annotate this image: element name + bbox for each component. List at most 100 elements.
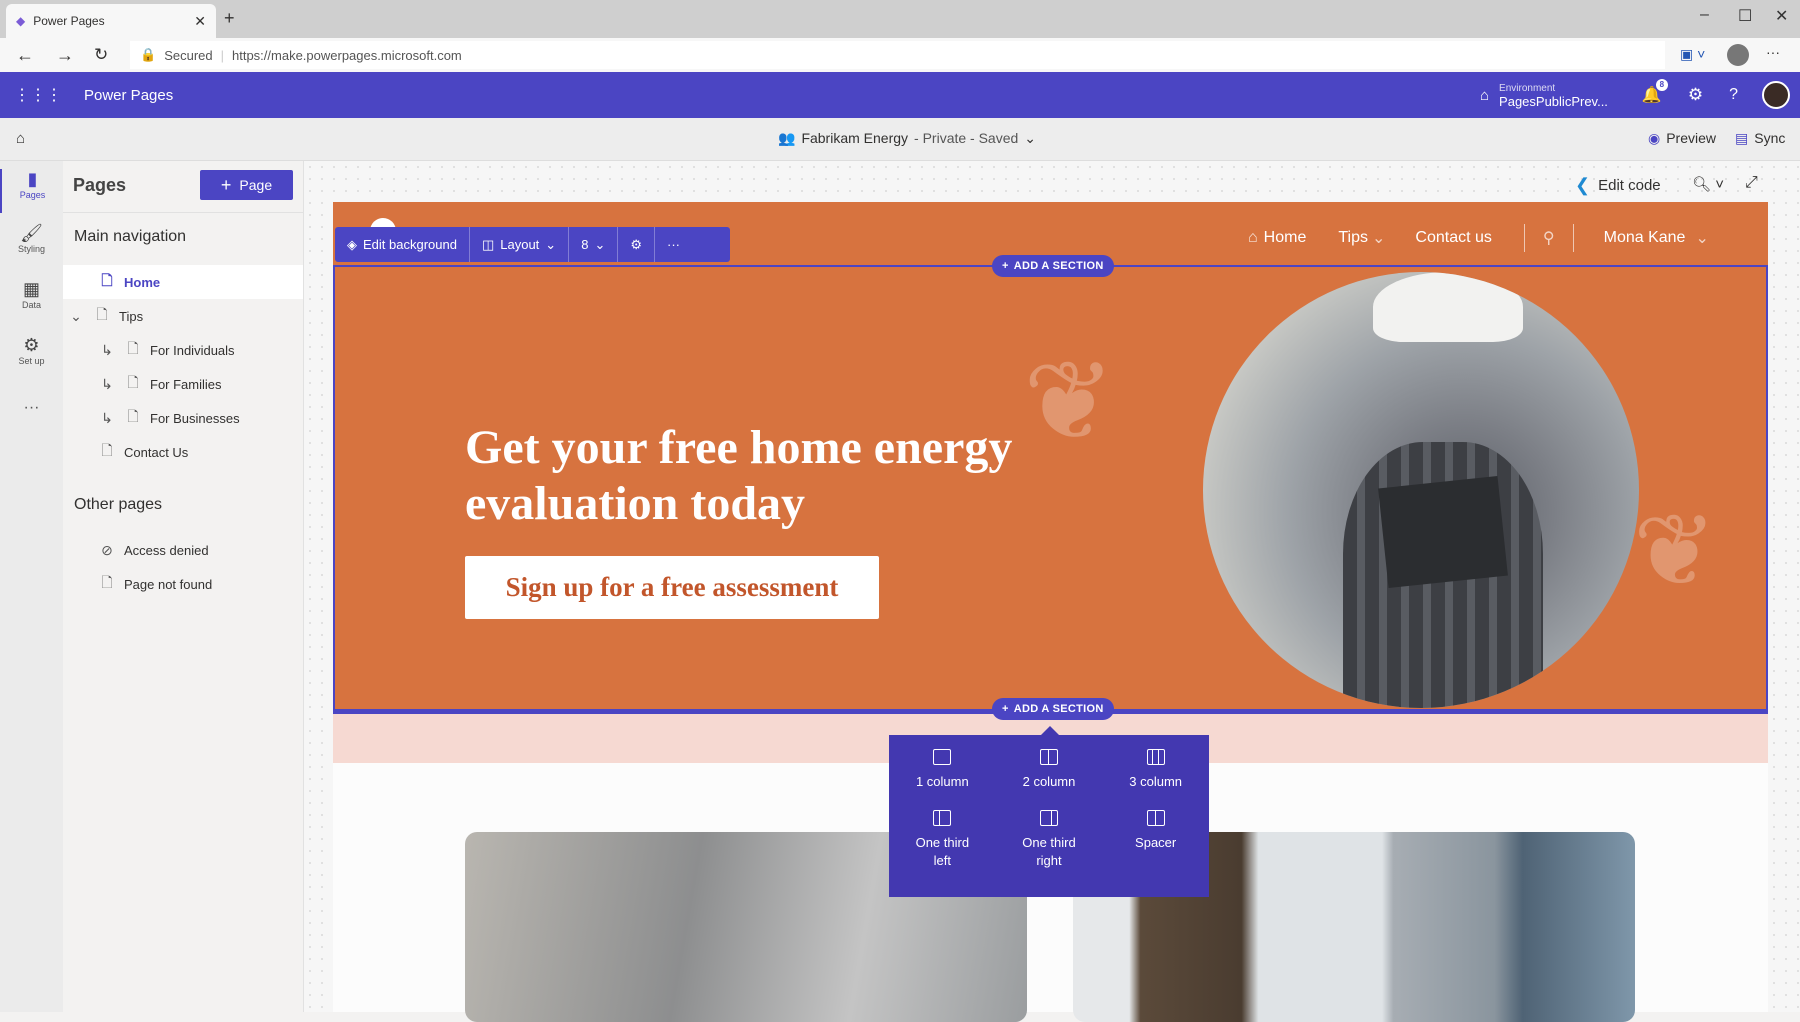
vscode-icon: ❮ — [1575, 175, 1591, 195]
rail-data[interactable]: ▦ Data — [0, 279, 63, 310]
url-text: https://make.powerpages.microsoft.com — [232, 47, 462, 63]
rail-label: Set up — [18, 356, 45, 366]
search-icon[interactable]: ⚲ — [1543, 228, 1555, 248]
one-third-right-icon — [1039, 810, 1058, 826]
sync-button[interactable]: ▤ Sync — [1735, 130, 1785, 147]
site-nav-contact[interactable]: Contact us — [1415, 229, 1491, 247]
close-window-button[interactable]: ✕ — [1775, 6, 1788, 26]
option-3-column[interactable]: 3 column — [1102, 749, 1209, 810]
browser-tab[interactable]: ◆ Power Pages ✕ — [6, 4, 216, 38]
plus-icon: + — [1002, 260, 1009, 272]
edit-code-button[interactable]: ❮ Edit code — [1575, 175, 1661, 196]
edit-background-label: Edit background — [363, 237, 457, 252]
nav-label: For Businesses — [150, 410, 240, 426]
home-icon[interactable]: ⌂ — [16, 130, 25, 147]
option-spacer[interactable]: Spacer — [1102, 810, 1209, 889]
nav-item-page-not-found[interactable]: 🗋 Page not found — [63, 567, 303, 601]
forward-icon[interactable]: → — [56, 45, 74, 66]
environment-icon: ⌂ — [1479, 86, 1490, 104]
site-nav-user[interactable]: Mona Kane — [1604, 229, 1686, 247]
site-nav-home[interactable]: Home — [1264, 229, 1307, 247]
nav-item-contact-us[interactable]: 🗋 Contact Us — [63, 435, 303, 469]
tab-title: Power Pages — [33, 14, 105, 28]
preview-icon: ◉ — [1648, 130, 1661, 146]
chevron-down-icon: ⌄ — [545, 236, 557, 252]
paint-bucket-icon: ◈ — [347, 236, 357, 252]
browser-menu-icon[interactable]: ··· — [1766, 44, 1780, 60]
site-info-dropdown[interactable]: 👥 Fabrikam Energy - Private - Saved ⌄ — [778, 130, 1036, 147]
env-name: PagesPublicPrev... — [1499, 94, 1608, 109]
environment-picker[interactable]: ⌂ Environment PagesPublicPrev... — [1480, 82, 1608, 108]
chevron-down-icon[interactable]: ⌄ — [67, 308, 85, 325]
layout-dropdown[interactable]: ◫ Layout ⌄ — [470, 227, 570, 262]
rail-setup[interactable]: ⚙ Set up — [0, 335, 63, 366]
nav-item-tips[interactable]: ⌄ 🗋 Tips — [63, 299, 303, 333]
close-tab-icon[interactable]: ✕ — [194, 13, 206, 30]
notifications-icon[interactable]: 🔔 8 — [1642, 79, 1668, 105]
alignment-dropdown[interactable]: 8 ⌄ — [569, 227, 619, 262]
new-tab-button[interactable]: + — [224, 8, 235, 29]
nav-label: Tips — [119, 308, 144, 324]
nav-item-for-businesses[interactable]: ↳ 🗋 For Businesses — [63, 401, 303, 435]
nav-item-access-denied[interactable]: ⊘ Access denied — [63, 533, 303, 567]
refresh-icon[interactable]: ↻ — [94, 45, 108, 65]
settings-icon[interactable]: ⚙ — [1688, 85, 1703, 105]
site-people-icon: 👥 — [778, 130, 796, 146]
layout-label: Layout — [500, 237, 540, 252]
site-nav-tips[interactable]: Tips — [1338, 229, 1368, 247]
home-page-icon: 🗋 — [101, 272, 113, 288]
minimize-button[interactable]: – — [1700, 6, 1709, 24]
back-icon[interactable]: ← — [16, 45, 34, 66]
url-input[interactable]: 🔒 Secured | https://make.powerpages.micr… — [130, 41, 1665, 69]
add-section-button[interactable]: + ADD A SECTION — [992, 698, 1114, 720]
chevron-down-icon: ⌄ — [594, 236, 606, 252]
profile-icon[interactable] — [1727, 44, 1749, 66]
app-launcher-icon[interactable]: ⋮⋮⋮ — [14, 85, 62, 105]
nav-item-home[interactable]: 🗋 Home — [63, 265, 303, 299]
rail-pages[interactable]: ▮ Pages — [0, 169, 63, 213]
extension-icon[interactable]: ▣ ˅ — [1680, 46, 1705, 63]
preview-button[interactable]: ◉ Preview — [1648, 130, 1716, 147]
option-one-third-right[interactable]: One third right — [1014, 810, 1084, 889]
other-pages-heading: Other pages — [74, 496, 163, 513]
user-avatar[interactable] — [1762, 81, 1790, 109]
browser-tab-bar — [0, 0, 1800, 38]
add-page-button[interactable]: + Page — [200, 170, 293, 200]
add-page-label: Page — [239, 177, 273, 193]
nav-item-for-families[interactable]: ↳ 🗋 For Families — [63, 367, 303, 401]
nav-label: For Families — [150, 376, 222, 392]
section-settings-button[interactable]: ⚙ — [618, 227, 655, 262]
alignment-icon: 8 — [581, 237, 589, 252]
rail-label: Pages — [19, 190, 46, 200]
option-1-column[interactable]: 1 column — [889, 749, 996, 810]
env-label: Environment — [1499, 83, 1556, 94]
hero-photo-worker-with-tablet — [1203, 272, 1639, 708]
option-2-column[interactable]: 2 column — [996, 749, 1103, 810]
more-icon[interactable]: ··· — [0, 399, 63, 417]
sync-icon: ▤ — [1735, 130, 1749, 146]
hero-heading: Get your free home energy evaluation tod… — [465, 421, 1013, 530]
rail-label: Data — [21, 300, 41, 310]
maximize-button[interactable]: ☐ — [1738, 6, 1752, 26]
option-one-third-left[interactable]: One third left — [907, 810, 977, 889]
command-bar: ⌂ 👥 Fabrikam Energy - Private - Saved ⌄ … — [0, 118, 1800, 161]
edit-background-button[interactable]: ◈ Edit background — [335, 227, 470, 262]
nav-item-for-individuals[interactable]: ↳ 🗋 For Individuals — [63, 333, 303, 367]
rail-styling[interactable]: 🖌 Styling — [0, 223, 63, 254]
page-icon: 🗋 — [127, 374, 139, 390]
more-options-button[interactable]: ··· — [655, 227, 692, 262]
edit-code-label: Edit code — [1598, 177, 1661, 194]
option-label: One third left — [915, 835, 970, 868]
spacer-icon — [1146, 810, 1165, 826]
help-icon[interactable]: ? — [1729, 86, 1738, 104]
add-section-button-top[interactable]: + ADD A SECTION — [992, 255, 1114, 277]
chevron-down-icon: ⌄ — [1695, 230, 1709, 247]
preview-label: Preview — [1666, 130, 1717, 146]
child-arrow-icon: ↳ — [101, 409, 113, 426]
option-label: One third right — [1022, 835, 1076, 868]
fullscreen-icon[interactable]: ⤢ — [1745, 174, 1758, 192]
hero-cta-button[interactable]: Sign up for a free assessment — [465, 556, 879, 619]
app-name: Power Pages — [84, 86, 174, 104]
zoom-dropdown[interactable]: 🔍︎ ˅ — [1692, 175, 1724, 193]
layout-icon: ◫ — [481, 236, 495, 252]
